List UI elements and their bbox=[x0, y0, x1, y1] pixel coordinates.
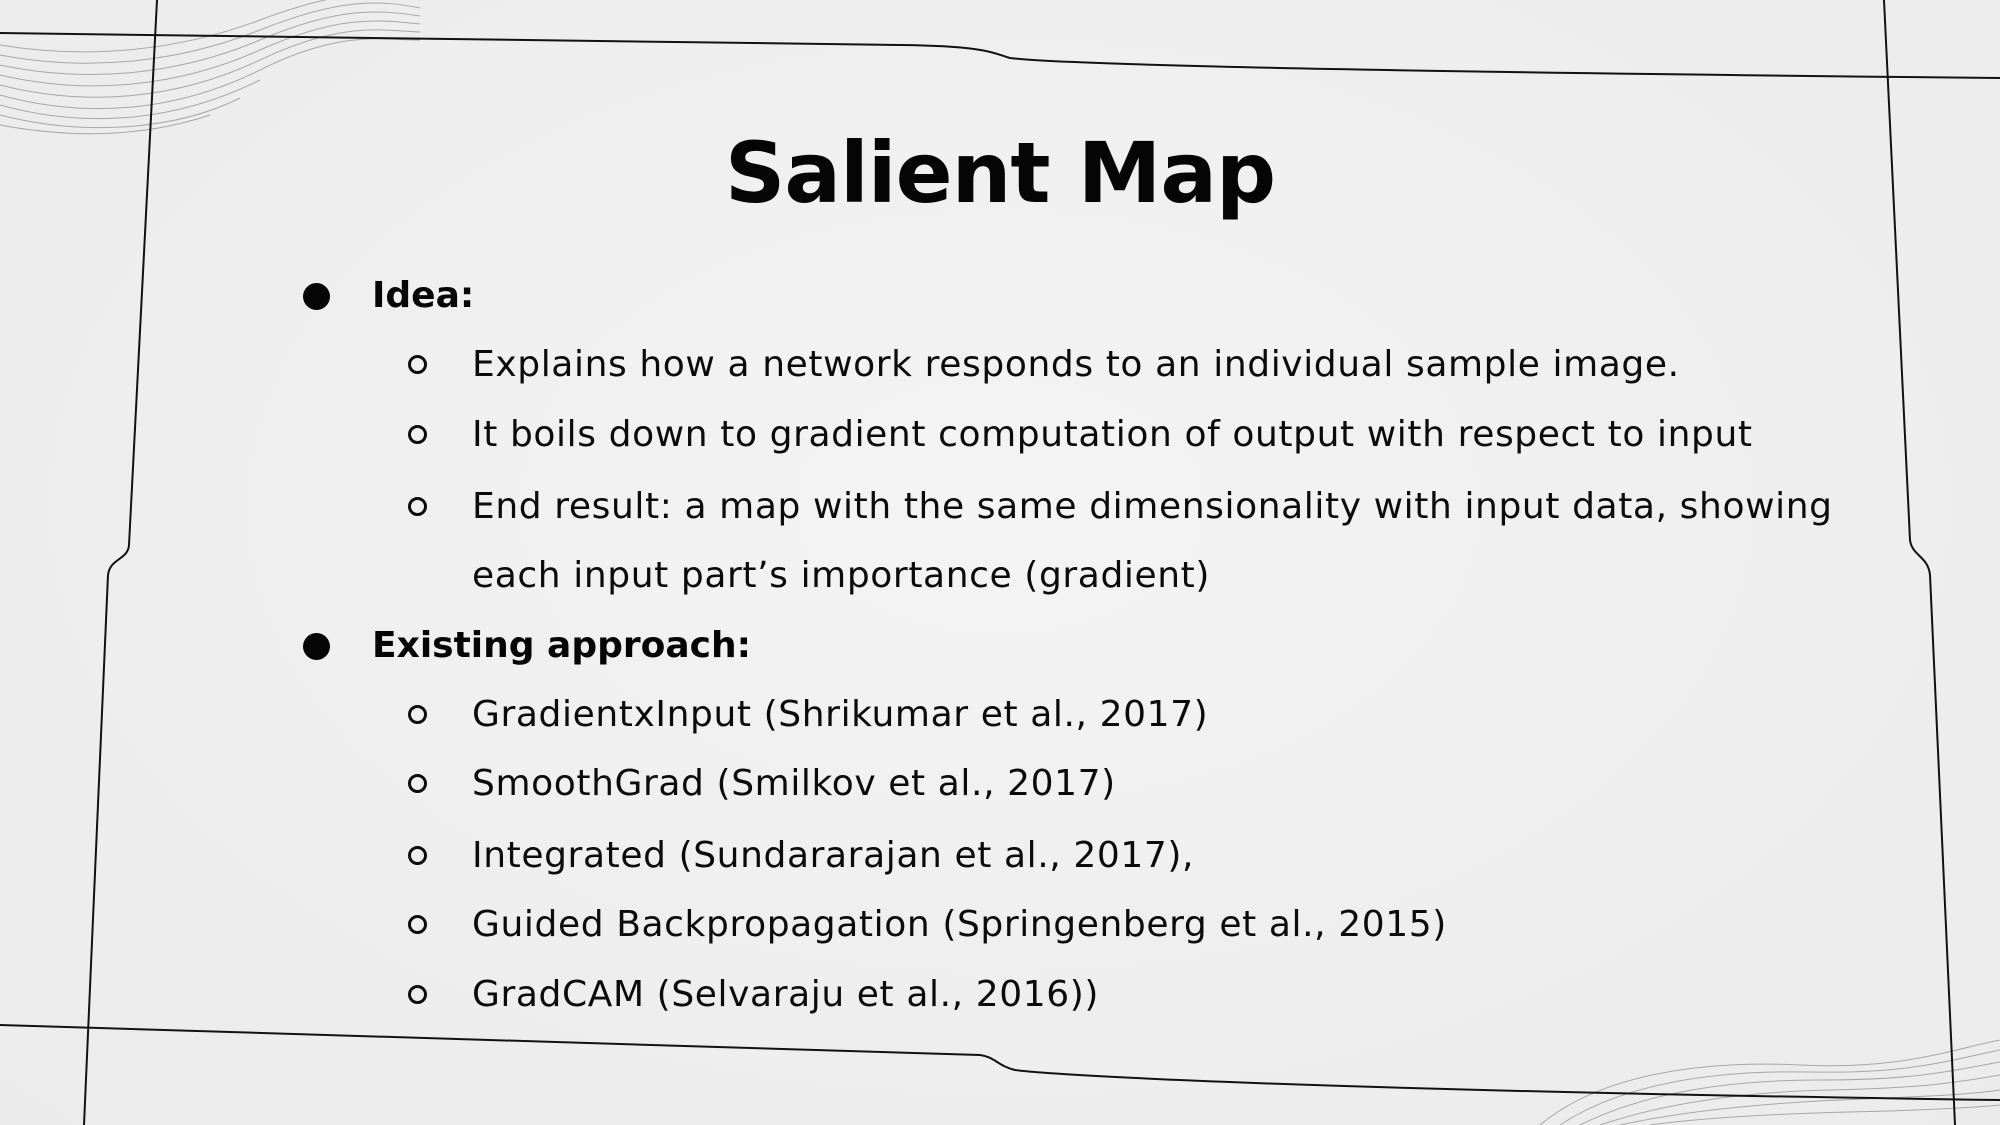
list-item: Guided Backpropagation (Springenberg et … bbox=[472, 904, 1447, 945]
hollow-bullet-icon bbox=[408, 355, 427, 374]
bullet-list: Idea: Explains how a network responds to… bbox=[0, 0, 2000, 1125]
hollow-bullet-icon bbox=[408, 705, 427, 724]
slide: Salient Map Idea: Explains how a network… bbox=[0, 0, 2000, 1125]
list-item: SmoothGrad (Smilkov et al., 2017) bbox=[472, 763, 1116, 804]
hollow-bullet-icon bbox=[408, 846, 427, 865]
filled-bullet-icon bbox=[303, 633, 330, 660]
hollow-bullet-icon bbox=[408, 915, 427, 934]
list-item: Explains how a network responds to an in… bbox=[472, 344, 1680, 385]
list-item: End result: a map with the same dimensio… bbox=[472, 486, 1833, 527]
section-heading: Idea: bbox=[372, 275, 475, 316]
list-item-continuation: each input part’s importance (gradient) bbox=[472, 555, 1211, 596]
list-item: GradCAM (Selvaraju et al., 2016)) bbox=[472, 974, 1100, 1015]
list-item: GradientxInput (Shrikumar et al., 2017) bbox=[472, 694, 1209, 735]
filled-bullet-icon bbox=[303, 283, 330, 310]
list-item: It boils down to gradient computation of… bbox=[472, 414, 1753, 455]
section-heading: Existing approach: bbox=[372, 625, 752, 666]
list-item: Integrated (Sundararajan et al., 2017), bbox=[472, 835, 1195, 876]
hollow-bullet-icon bbox=[408, 985, 427, 1004]
hollow-bullet-icon bbox=[408, 425, 427, 444]
hollow-bullet-icon bbox=[408, 774, 427, 793]
hollow-bullet-icon bbox=[408, 497, 427, 516]
